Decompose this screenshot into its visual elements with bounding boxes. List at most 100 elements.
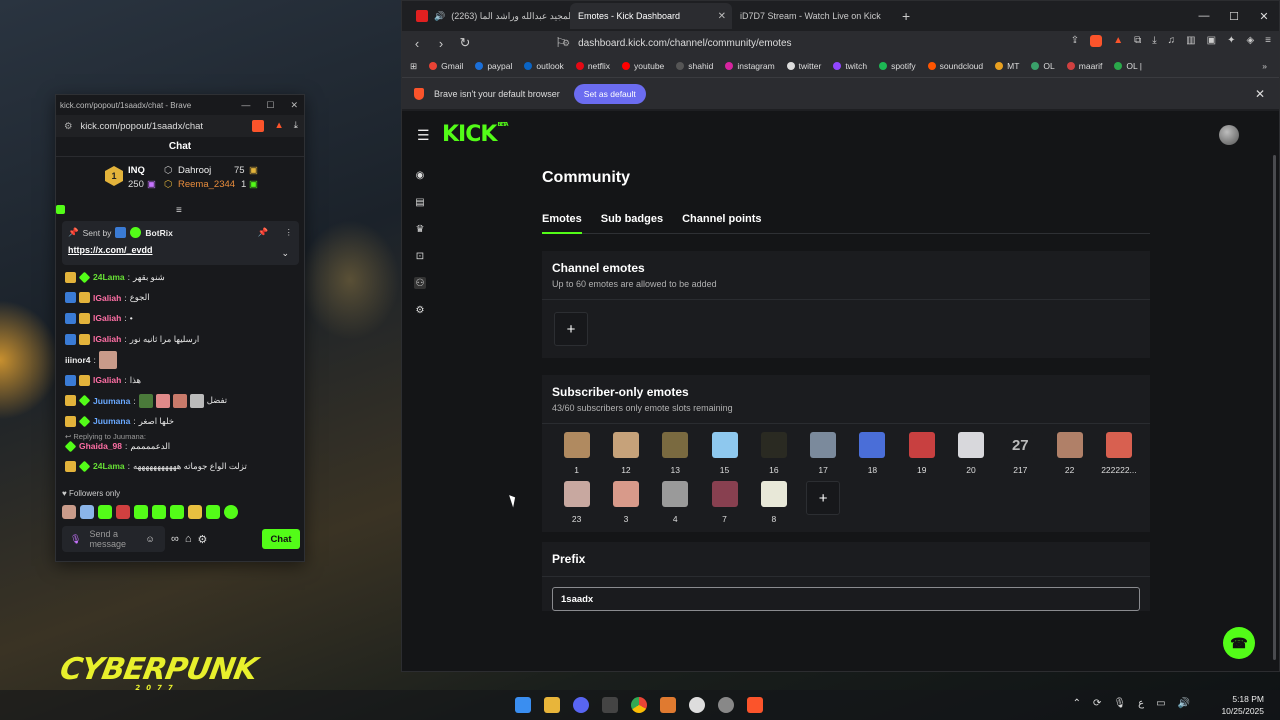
moderation-icon[interactable]: ⊡ (414, 250, 426, 262)
more-bookmarks-icon[interactable]: » (1262, 61, 1267, 71)
chat-username[interactable]: lGaliah (93, 334, 121, 344)
speaker-icon[interactable]: 🔊 (434, 11, 445, 22)
add-sub-emote-button[interactable]: + (806, 481, 841, 515)
app-icon[interactable] (602, 697, 618, 713)
kick-logo[interactable]: KICKBETA (442, 122, 509, 147)
community-icon[interactable]: ⚇ (414, 277, 426, 289)
vpn-icon[interactable]: ◈ (1246, 35, 1254, 47)
prefix-input[interactable]: 1saadx (552, 587, 1140, 611)
sync-icon[interactable]: ⟳ (1093, 698, 1101, 709)
sidebar-icon[interactable]: ▥ (1186, 35, 1195, 47)
reload-button[interactable]: ↻ (458, 35, 472, 51)
bookmark-soundcloud[interactable]: soundcloud (927, 61, 983, 71)
set-default-button[interactable]: Set as default (573, 83, 646, 104)
file-explorer-icon[interactable] (544, 697, 560, 713)
chat-message[interactable]: 24Lama: تزلت الواع جوماته هههههههههههه (65, 456, 301, 477)
chat-username[interactable]: 24Lama (93, 461, 125, 471)
emote-item[interactable]: 4 (651, 481, 700, 524)
emote-item[interactable]: 19 (897, 432, 946, 475)
chat-username[interactable]: lGaliah (93, 313, 121, 323)
downloads-icon[interactable]: ⤓ (294, 120, 298, 132)
emote-item[interactable]: 12 (601, 432, 650, 475)
close-infobar-icon[interactable]: ✕ (1255, 87, 1265, 101)
bookmark-instagram[interactable]: instagram (725, 61, 775, 71)
chat-message[interactable]: Juumana: خلها اصغر (65, 411, 301, 432)
app-icon[interactable] (689, 697, 705, 713)
tab-channel-points[interactable]: Channel points (682, 213, 761, 234)
bookmark-shahid[interactable]: shahid (676, 61, 713, 71)
leader-third-user[interactable]: Reema_2344 (178, 179, 235, 190)
bookmark-twitter[interactable]: twitter (786, 61, 821, 71)
steam-icon[interactable] (718, 697, 734, 713)
maximize-button[interactable]: ☐ (266, 100, 274, 111)
bookmark-paypal[interactable]: paypal (475, 61, 512, 71)
chat-message[interactable]: lGaliah: • (65, 308, 301, 329)
quick-emote[interactable] (188, 505, 202, 519)
emote-item[interactable]: 22 (1045, 432, 1094, 475)
emote-item[interactable]: 13 (651, 432, 700, 475)
emote-item[interactable]: 3 (601, 481, 650, 524)
emote-item[interactable]: 18 (848, 432, 897, 475)
page-scrollbar[interactable] (1273, 155, 1276, 660)
tab-sub-badges[interactable]: Sub badges (601, 213, 663, 234)
chat-username[interactable]: lGaliah (93, 293, 121, 303)
extensions-icon[interactable]: ⧉ (1134, 35, 1141, 47)
chat-username[interactable]: Juumana (93, 396, 130, 406)
new-tab-button[interactable]: + (902, 8, 910, 24)
chat-message[interactable]: Juumana: تفضل (65, 391, 301, 412)
close-window-button[interactable]: ✕ (1249, 1, 1279, 31)
chat-message[interactable]: 24Lama: شنو بقهر (65, 267, 301, 288)
popout-url[interactable]: kick.com/popout/1saadx/chat (81, 121, 204, 132)
quick-emote[interactable] (134, 505, 148, 519)
volume-icon[interactable]: 🔊 (1178, 698, 1190, 709)
quick-emote[interactable] (116, 505, 130, 519)
pinned-user[interactable]: BotRix (145, 228, 172, 238)
minimize-button[interactable]: — (241, 100, 250, 111)
rewards-icon[interactable]: ▲ (1113, 35, 1123, 47)
leader-first-user[interactable]: INQ (128, 165, 145, 176)
support-chat-button[interactable]: ☎ (1223, 627, 1255, 659)
brave-shields-icon[interactable] (252, 120, 265, 132)
chat-input[interactable]: 🎙 Send a message ☺ (62, 526, 165, 552)
tab-youtube[interactable]: 🔊 عبدالمجيد عبدالله وراشد الما (2263) (408, 3, 570, 29)
chat-message[interactable]: lGaliah: الجوع (65, 288, 301, 309)
bookmark-ol[interactable]: OL (1031, 61, 1055, 71)
tab-emotes[interactable]: Emotes (542, 213, 582, 234)
rewards-icon[interactable]: ▲ (274, 120, 283, 132)
chevron-up-icon[interactable]: ⌃ (1073, 698, 1081, 709)
hamburger-menu-icon[interactable]: ☰ (417, 127, 430, 144)
chat-message[interactable]: lGaliah: ارسليها مرا ثانيه نور (65, 329, 301, 350)
microphone-icon[interactable]: 🎙 (1113, 698, 1126, 709)
store-icon[interactable]: ⌂ (185, 533, 192, 545)
brave-shields-icon[interactable] (1090, 35, 1103, 47)
back-button[interactable]: ‹ (410, 36, 424, 51)
chat-message[interactable]: iiinor4: (65, 349, 301, 370)
points-icon[interactable]: ∞ (171, 533, 179, 545)
unpin-icon[interactable]: 📌 (258, 227, 269, 238)
network-icon[interactable]: ▭ (1156, 698, 1165, 709)
quick-emote[interactable] (62, 505, 76, 519)
stream-icon[interactable]: ◉ (414, 169, 426, 181)
emote-item[interactable]: 16 (749, 432, 798, 475)
bookmark-spotify[interactable]: spotify (879, 61, 916, 71)
chat-username[interactable]: 24Lama (93, 272, 125, 282)
chat-username[interactable]: iiinor4 (65, 355, 91, 365)
minimize-button[interactable]: — (1189, 1, 1219, 31)
expand-pinned-icon[interactable]: ⌄ (281, 248, 289, 259)
bookmark-youtube[interactable]: youtube (622, 61, 664, 71)
url-field[interactable]: ⚙ dashboard.kick.com/channel/community/e… (562, 33, 1002, 53)
close-window-button[interactable]: ✕ (290, 100, 298, 111)
brave-icon[interactable] (747, 697, 763, 713)
music-icon[interactable]: ♫ (1168, 35, 1176, 47)
chat-username[interactable]: lGaliah (93, 375, 121, 385)
send-chat-button[interactable]: Chat (262, 529, 300, 549)
quick-emote[interactable] (206, 505, 220, 519)
chat-username[interactable]: Ghaida_98 (79, 441, 122, 451)
tab-emotes[interactable]: Emotes - Kick Dashboard ✕ (570, 3, 732, 29)
tab-stream[interactable]: iD7D7 Stream - Watch Live on Kick (732, 3, 894, 29)
discord-icon[interactable] (573, 697, 589, 713)
emote-item[interactable]: 15 (700, 432, 749, 475)
emote-item[interactable]: 7 (700, 481, 749, 524)
wallet-icon[interactable]: ▣ (1207, 35, 1216, 47)
quick-emote[interactable] (98, 505, 112, 519)
